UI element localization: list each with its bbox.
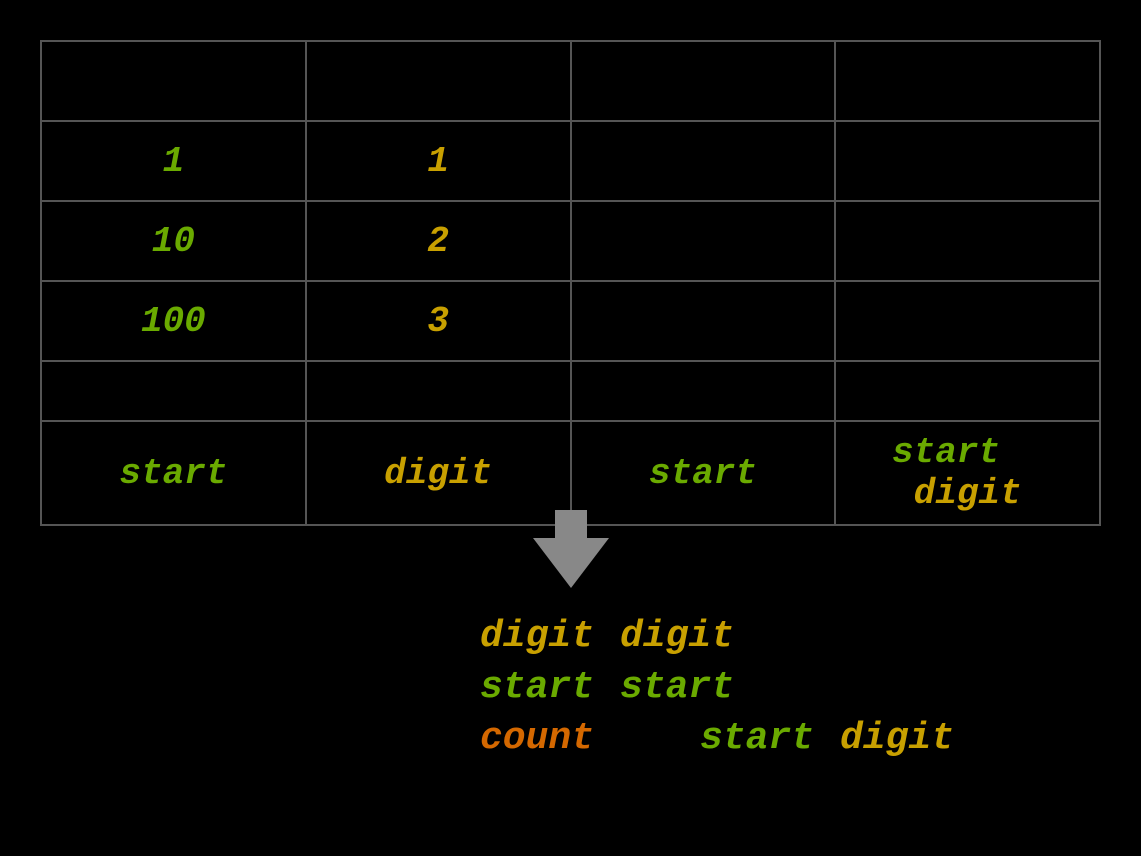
cell-value: 10 xyxy=(41,201,306,281)
arrow-section xyxy=(533,510,609,588)
label-digit-2: digit xyxy=(620,615,740,658)
main-table: 1 1 10 2 100 3 xyxy=(40,40,1101,526)
table-row: 100 3 xyxy=(41,281,1100,361)
table-row: 10 2 xyxy=(41,201,1100,281)
cell-value: 1 xyxy=(41,121,306,201)
cell-label: start xyxy=(571,421,836,525)
cell-value: 100 xyxy=(41,281,306,361)
cell xyxy=(835,361,1100,421)
main-container: 1 1 10 2 100 3 xyxy=(0,0,1141,856)
bottom-row-3: count start digit xyxy=(480,717,980,760)
cell-value xyxy=(571,201,836,281)
label-digit: digit xyxy=(914,473,1022,514)
arrow-stem xyxy=(555,510,587,538)
table-row xyxy=(41,361,1100,421)
bottom-row-2: start start xyxy=(480,666,980,709)
cell-value xyxy=(835,121,1100,201)
cell-value xyxy=(835,281,1100,361)
bottom-section: digit digit start start count start digi… xyxy=(480,615,980,768)
label-digit-1: digit xyxy=(480,615,600,658)
cell-value: 3 xyxy=(306,281,571,361)
label-start-2: start xyxy=(620,666,740,709)
cell xyxy=(306,41,571,121)
cell xyxy=(835,41,1100,121)
cell-value xyxy=(835,201,1100,281)
table-section: 1 1 10 2 100 3 xyxy=(40,40,1101,526)
label-start: start xyxy=(892,432,1000,473)
bottom-row-1: digit digit xyxy=(480,615,980,658)
cell xyxy=(571,361,836,421)
cell xyxy=(306,361,571,421)
table-row: 1 1 xyxy=(41,121,1100,201)
cell-value: 1 xyxy=(306,121,571,201)
arrow-head xyxy=(533,538,609,588)
cell-label: start xyxy=(41,421,306,525)
cell-value xyxy=(571,121,836,201)
label-count: count xyxy=(480,717,600,760)
cell-label: digit xyxy=(306,421,571,525)
cell-label: start digit xyxy=(835,421,1100,525)
table-row xyxy=(41,41,1100,121)
label-digit-3: digit xyxy=(840,717,960,760)
cell-value: 2 xyxy=(306,201,571,281)
cell xyxy=(571,41,836,121)
cell xyxy=(41,41,306,121)
cell-value xyxy=(571,281,836,361)
cell xyxy=(41,361,306,421)
label-start-1: start xyxy=(480,666,600,709)
label-start-3: start xyxy=(700,717,820,760)
